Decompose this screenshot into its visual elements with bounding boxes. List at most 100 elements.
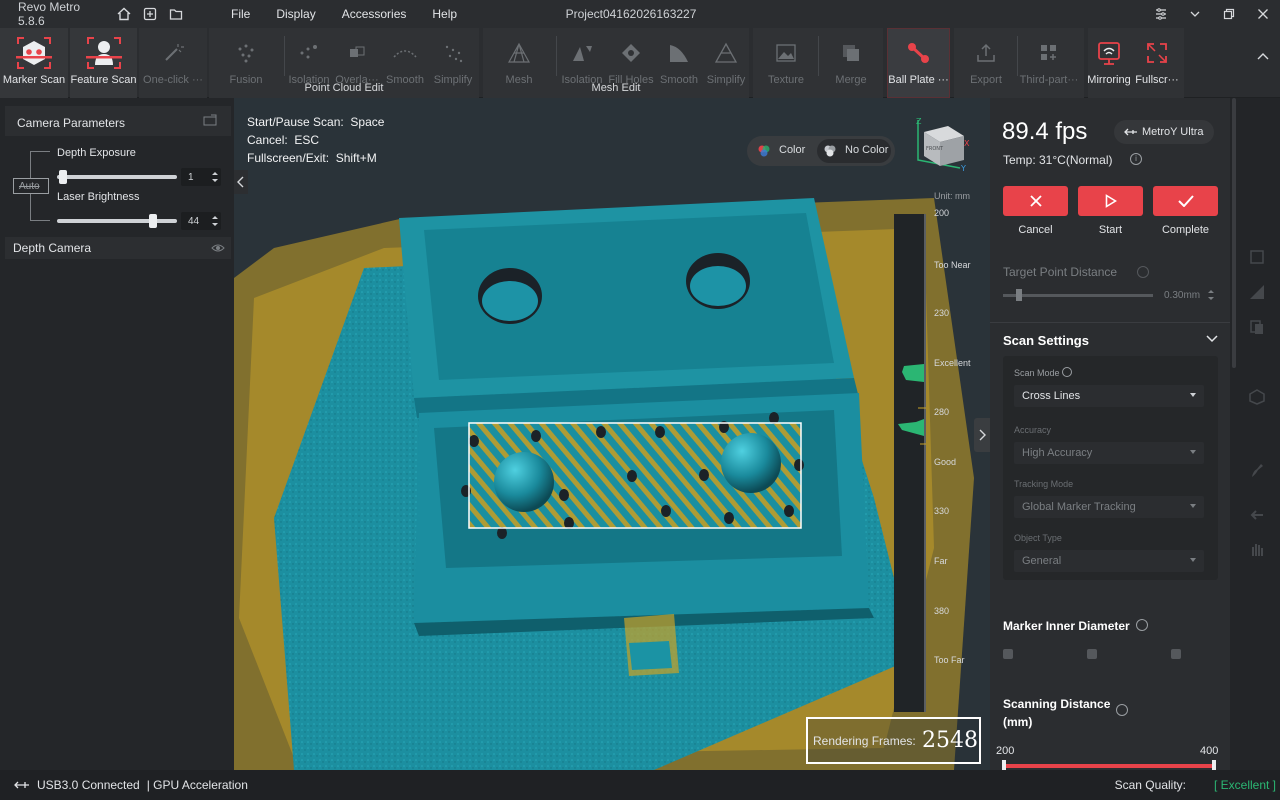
no-color-icon: [824, 145, 836, 157]
mesh-simplify-icon: [706, 34, 746, 72]
3d-viewport[interactable]: Start/Pause Scan: Space Cancel: ESC Full…: [234, 98, 990, 770]
slope-icon[interactable]: [1248, 283, 1266, 301]
mirroring-label: Mirroring: [1087, 74, 1131, 86]
depth-exposure-spinbox[interactable]: 1: [181, 168, 221, 186]
new-project-icon[interactable]: [142, 6, 158, 22]
accuracy-label: Accuracy: [1014, 425, 1052, 435]
marker-scan-button[interactable]: Marker Scan: [0, 30, 68, 96]
separator: [818, 36, 819, 76]
restore-icon[interactable]: [1212, 0, 1246, 28]
texture-button[interactable]: Texture: [757, 30, 815, 96]
copy-icon[interactable]: [1248, 318, 1266, 336]
mesh-isolation-icon: [562, 34, 602, 72]
hand-icon[interactable]: [1248, 540, 1266, 558]
export-label: Export: [970, 74, 1002, 86]
laser-brightness-knob[interactable]: [149, 214, 157, 228]
separator: [284, 36, 285, 76]
tick-excellent: Excellent: [934, 358, 971, 368]
depth-exposure-knob[interactable]: [59, 170, 67, 184]
marker-option-checkbox[interactable]: [1003, 649, 1013, 659]
mirroring-button[interactable]: Mirroring: [1086, 30, 1132, 96]
laser-brightness-spinbox[interactable]: 44: [181, 212, 221, 230]
scan-settings-chevron-icon[interactable]: [1206, 334, 1218, 344]
menu-display[interactable]: Display: [263, 7, 328, 21]
overlap-icon: [337, 34, 377, 72]
range-max-knob[interactable]: [1212, 760, 1216, 770]
cancel-button[interactable]: [1003, 186, 1068, 216]
tick-330: 330: [934, 506, 950, 516]
view-reset-icon[interactable]: [1248, 248, 1266, 266]
open-folder-icon[interactable]: [168, 6, 184, 22]
temp-info-icon[interactable]: i: [1130, 153, 1142, 165]
complete-button[interactable]: [1153, 186, 1218, 216]
scan-mode-info-icon[interactable]: [1062, 367, 1072, 377]
distance-bar: [894, 214, 926, 712]
axis-x: X: [964, 139, 970, 148]
chevron-down-icon: [1190, 504, 1196, 508]
start-button[interactable]: [1078, 186, 1143, 216]
shortcut-start-key: Space: [350, 115, 385, 129]
fullscreen-button[interactable]: Fullscr···: [1134, 30, 1180, 96]
merge-button[interactable]: Merge: [822, 30, 880, 96]
feature-scan-button[interactable]: Feature Scan: [70, 30, 137, 96]
depth-exposure-slider[interactable]: [57, 170, 177, 184]
color-button[interactable]: Color: [751, 139, 815, 163]
panel-scrollbar[interactable]: [1232, 98, 1236, 368]
accuracy-value: High Accuracy: [1022, 447, 1093, 459]
point-cloud-group-label: Point Cloud Edit: [304, 82, 384, 94]
depth-camera-row[interactable]: Depth Camera: [5, 237, 231, 259]
ball-plate-button[interactable]: Ball Plate ···: [887, 30, 950, 96]
ball-plate-label: Ball Plate ···: [888, 74, 949, 86]
one-click-button[interactable]: One-click ···: [139, 30, 207, 96]
tracking-mode-dropdown[interactable]: Global Marker Tracking: [1014, 496, 1204, 518]
usb-status: USB3.0 Connected: [37, 778, 140, 792]
scanning-distance-range-slider[interactable]: [1002, 760, 1216, 770]
collapse-left-handle[interactable]: [234, 170, 248, 194]
collapse-toolbar-icon[interactable]: [1255, 48, 1271, 64]
home-icon[interactable]: [116, 6, 132, 22]
target-distance-slider[interactable]: [1003, 289, 1153, 301]
fullscreen-icon: [1137, 34, 1177, 72]
marker-option-checkbox[interactable]: [1171, 649, 1181, 659]
merge-label: Merge: [835, 74, 867, 86]
gpu-status: | GPU Acceleration: [146, 778, 248, 792]
rendering-frames-label: Rendering Frames:: [813, 734, 916, 748]
range-min-knob[interactable]: [1002, 760, 1006, 770]
marker-diameter-info-icon[interactable]: [1136, 619, 1148, 631]
third-party-button[interactable]: Third-part···: [1020, 30, 1078, 96]
tick-280: 280: [934, 407, 950, 417]
dropdown-icon[interactable]: [1178, 0, 1212, 28]
close-icon[interactable]: [1246, 0, 1280, 28]
object-type-label: Object Type: [1014, 533, 1062, 543]
cube-icon[interactable]: [1248, 388, 1266, 406]
arrow-left-icon[interactable]: [1248, 506, 1266, 524]
panel-popout-icon[interactable]: [203, 114, 217, 126]
menu-file[interactable]: File: [218, 7, 263, 21]
settings-icon[interactable]: [1144, 0, 1178, 28]
view-cube[interactable]: Z Y X FRONT: [910, 116, 972, 178]
accuracy-dropdown[interactable]: High Accuracy: [1014, 442, 1204, 464]
depth-exposure-value: 1: [188, 172, 194, 183]
no-color-button[interactable]: No Color: [817, 139, 891, 163]
device-badge[interactable]: MetroY Ultra: [1114, 120, 1214, 144]
scan-mode-dropdown[interactable]: Cross Lines: [1014, 385, 1204, 407]
brush-icon[interactable]: [1248, 461, 1266, 479]
menu-accessories[interactable]: Accessories: [329, 7, 420, 21]
auto-toggle[interactable]: Auto: [13, 178, 49, 194]
color-label: Color: [779, 144, 806, 156]
scanning-distance-info-icon[interactable]: [1116, 704, 1128, 716]
scan-settings-group: Scan Mode Cross Lines Accuracy High Accu…: [1003, 356, 1218, 580]
laser-brightness-slider[interactable]: [57, 214, 177, 228]
menu-help[interactable]: Help: [419, 7, 470, 21]
scan-settings-title: Scan Settings: [1003, 333, 1089, 348]
marker-option-checkbox[interactable]: [1087, 649, 1097, 659]
target-distance-knob[interactable]: [1016, 289, 1022, 301]
target-distance-info-icon[interactable]: [1137, 266, 1149, 278]
color-toggle: Color No Color: [747, 136, 895, 166]
eye-icon[interactable]: [211, 241, 225, 255]
expand-right-handle[interactable]: [974, 418, 990, 452]
target-distance-stepper-icon[interactable]: [1208, 289, 1214, 301]
depth-camera-label: Depth Camera: [13, 241, 92, 255]
export-button[interactable]: Export: [958, 30, 1014, 96]
object-type-dropdown[interactable]: General: [1014, 550, 1204, 572]
